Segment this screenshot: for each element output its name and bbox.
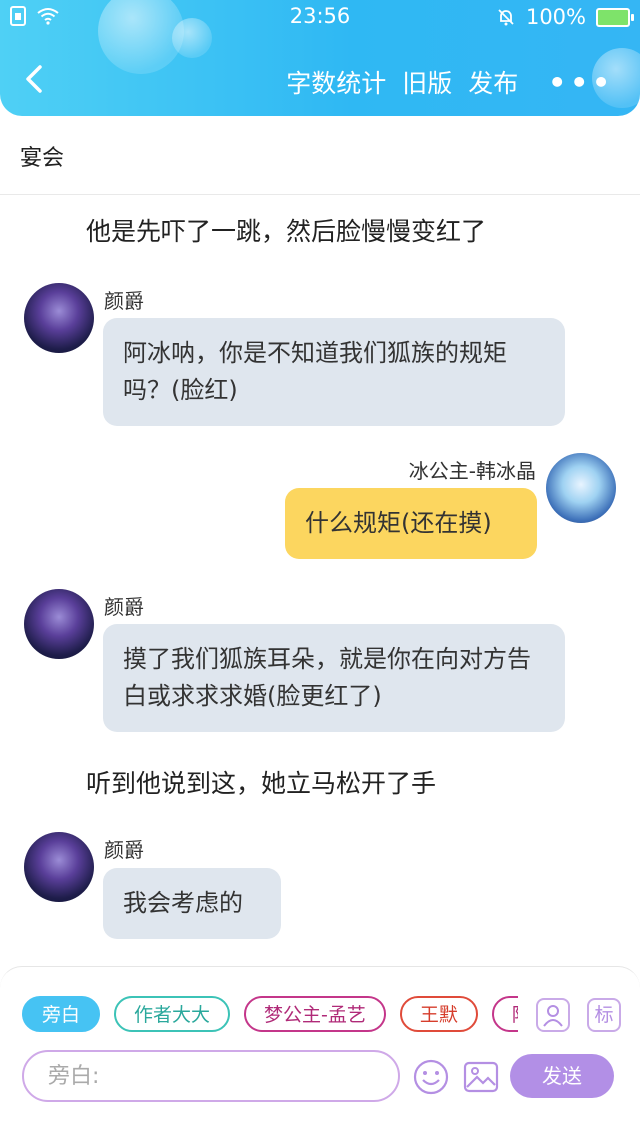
tag-button[interactable]: 标 <box>587 998 621 1032</box>
image-icon[interactable] <box>462 1058 500 1096</box>
send-button[interactable]: 发送 <box>510 1054 614 1098</box>
battery-percent: 100% <box>525 5 586 29</box>
character-chip[interactable]: 作者大大 <box>114 996 231 1032</box>
character-chip[interactable]: 陌 <box>491 996 518 1032</box>
word-count-button[interactable]: 字数统计 <box>286 64 386 100</box>
character-chip[interactable]: 旁白 <box>22 996 101 1032</box>
sender-name: 颜爵 <box>104 595 144 619</box>
nav-bar: 字数统计 旧版 发布 ••• <box>0 56 640 108</box>
character-selector: 旁白作者大大梦公主-孟艺王默陌 <box>22 996 518 1036</box>
character-chip[interactable]: 梦公主-孟艺 <box>244 996 386 1032</box>
more-options-icon[interactable]: ••• <box>548 66 614 99</box>
avatar[interactable] <box>24 283 94 353</box>
message-input-wrapper <box>22 1050 400 1102</box>
person-icon <box>543 1005 563 1027</box>
mute-bell-icon <box>498 9 514 26</box>
narration-text: 他是先吓了一跳，然后脸慢慢变红了 <box>86 217 487 246</box>
old-version-button[interactable]: 旧版 <box>402 64 452 100</box>
sender-name: 颜爵 <box>104 289 144 313</box>
back-arrow-icon[interactable] <box>22 64 48 94</box>
publish-button[interactable]: 发布 <box>468 64 518 100</box>
narration-text: 听到他说到这，她立马松开了手 <box>86 769 437 798</box>
message-bubble[interactable]: 阿冰呐，你是不知道我们狐族的规矩吗？(脸红) <box>103 318 565 426</box>
sender-name: 冰公主-韩冰晶 <box>408 459 536 483</box>
chapter-title[interactable]: 宴会 <box>20 140 64 172</box>
message-input[interactable] <box>46 1052 380 1100</box>
message-bubble[interactable]: 什么规矩(还在摸) <box>285 488 537 559</box>
avatar[interactable] <box>24 832 94 902</box>
battery-icon <box>596 7 634 27</box>
avatar[interactable] <box>24 589 94 659</box>
sender-name: 颜爵 <box>104 838 144 862</box>
character-chip[interactable]: 王默 <box>399 996 478 1032</box>
avatar[interactable] <box>546 453 616 523</box>
message-bubble[interactable]: 摸了我们狐族耳朵，就是你在向对方告白或求求求婚(脸更红了) <box>103 624 565 732</box>
status-bar: 23:56 100% <box>0 0 640 34</box>
message-bubble[interactable]: 我会考虑的 <box>103 868 281 939</box>
character-manage-icon[interactable] <box>536 998 570 1032</box>
chapter-title-bar: 宴会 <box>0 116 640 195</box>
app-header: 23:56 100% 字数统计 旧版 发布 ••• <box>0 0 640 116</box>
emoji-icon[interactable] <box>412 1058 450 1096</box>
